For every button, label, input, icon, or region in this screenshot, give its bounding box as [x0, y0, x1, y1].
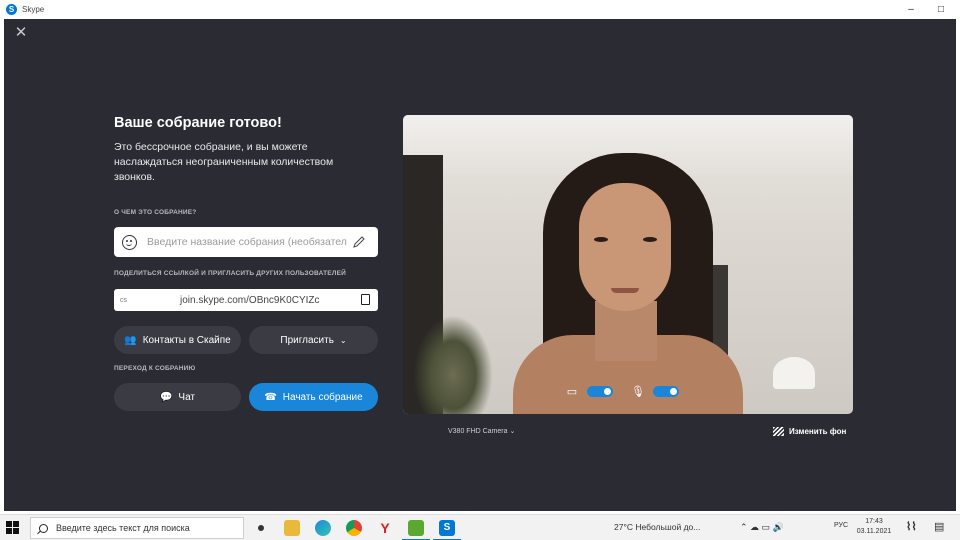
meeting-link[interactable]: join.skype.com/OBnc9K0CYIZc	[180, 295, 320, 306]
clock[interactable]: 17:43 03.11.2021	[854, 517, 894, 537]
chevron-down-icon: ⌄	[339, 335, 347, 345]
edge-icon[interactable]	[315, 520, 331, 536]
minimize-button[interactable]: –	[896, 0, 926, 19]
utorrent-icon[interactable]	[408, 520, 424, 536]
clock-date: 03.11.2021	[856, 528, 892, 535]
taskbar-search-input[interactable]	[56, 523, 226, 533]
microphone-icon: 🎙	[631, 386, 645, 398]
camera-name: V380 FHD Camera	[448, 428, 508, 435]
mic-control: 🎙	[631, 385, 679, 398]
maximize-button[interactable]: □	[926, 0, 956, 19]
preview-lamp	[773, 357, 815, 389]
preview-eye	[594, 237, 608, 242]
change-background-button[interactable]: Изменить фон	[773, 427, 846, 436]
change-background-label: Изменить фон	[789, 427, 847, 436]
yandex-icon[interactable]: Y	[377, 520, 393, 536]
camera-preview: ▭ 🎙	[403, 115, 853, 414]
start-meeting-button[interactable]: ☎ Начать собрание	[249, 383, 378, 411]
meeting-panel: Ваше собрание готово! Это бессрочное соб…	[114, 115, 378, 411]
meeting-name-input[interactable]	[147, 236, 347, 248]
background-icon	[773, 427, 784, 436]
camera-control: ▭	[565, 385, 613, 398]
meeting-description: Это бессрочное собрание, и вы можете нас…	[114, 141, 334, 183]
preview-eye	[643, 237, 657, 242]
camera-select[interactable]: V380 FHD Camera ⌄	[448, 427, 515, 435]
camera-toggle[interactable]	[587, 386, 613, 397]
preview-plant	[413, 315, 493, 414]
video-camera-icon: ▭	[566, 386, 578, 398]
skype-contacts-button[interactable]: 👥 Контакты в Скайпе	[114, 326, 241, 354]
invite-label: Пригласить	[280, 334, 334, 346]
goto-label: ПЕРЕХОД К СОБРАНИЮ	[114, 365, 196, 372]
taskbar: Y S 27°C Небольшой до... ⌃ ☁ ▭ 🔊 РУС 17:…	[0, 514, 960, 540]
about-label: О ЧЕМ ЭТО СОБРАНИЕ?	[114, 209, 197, 216]
show-desktop-icon[interactable]: ⌇⌇	[906, 520, 917, 533]
window-title: Skype	[22, 5, 45, 14]
call-icon: ☎	[264, 391, 277, 403]
link-prefix: сs	[120, 296, 127, 304]
meeting-name-field[interactable]	[114, 227, 378, 257]
meeting-window: ✕ Ваше собрание готово! Это бессрочное с…	[4, 19, 956, 511]
file-explorer-icon[interactable]	[284, 520, 300, 536]
meeting-heading: Ваше собрание готово!	[114, 115, 282, 131]
preview-mouth	[611, 288, 639, 293]
task-view-icon[interactable]	[258, 525, 264, 531]
pencil-icon[interactable]	[352, 235, 366, 249]
tray-icons[interactable]: ⌃ ☁ ▭ 🔊	[740, 522, 784, 533]
copy-icon[interactable]	[361, 294, 370, 305]
skype-contacts-label: Контакты в Скайпе	[142, 334, 231, 346]
title-bar: S Skype – □	[0, 0, 960, 19]
skype-taskbar-icon[interactable]: S	[439, 520, 455, 536]
notification-icon[interactable]: ▤	[934, 520, 944, 533]
windows-start-icon[interactable]	[6, 521, 19, 534]
taskbar-search[interactable]	[30, 517, 244, 539]
contacts-icon: 👥	[124, 334, 137, 346]
microphone-toggle[interactable]	[653, 386, 679, 397]
weather-notification[interactable]: 27°C Небольшой до...	[614, 522, 700, 532]
chat-button[interactable]: 💬 Чат	[114, 383, 241, 411]
skype-icon: S	[6, 4, 17, 15]
share-label: ПОДЕЛИТЬСЯ ССЫЛКОЙ И ПРИГЛАСИТЬ ДРУГИХ П…	[114, 270, 347, 277]
invite-button[interactable]: Пригласить ⌄	[249, 326, 378, 354]
chrome-icon[interactable]	[346, 520, 362, 536]
emoji-icon[interactable]	[122, 234, 137, 250]
chat-icon: 💬	[159, 391, 173, 403]
chevron-down-icon: ⌄	[509, 428, 516, 435]
meeting-link-field[interactable]: сs join.skype.com/OBnc9K0CYIZc	[114, 289, 378, 311]
chat-label: Чат	[178, 391, 196, 403]
start-meeting-label: Начать собрание	[282, 391, 363, 403]
search-icon	[39, 523, 48, 533]
language-indicator[interactable]: РУС	[834, 522, 848, 529]
close-icon[interactable]: ✕	[13, 25, 29, 41]
clock-time: 17:43	[865, 518, 883, 525]
